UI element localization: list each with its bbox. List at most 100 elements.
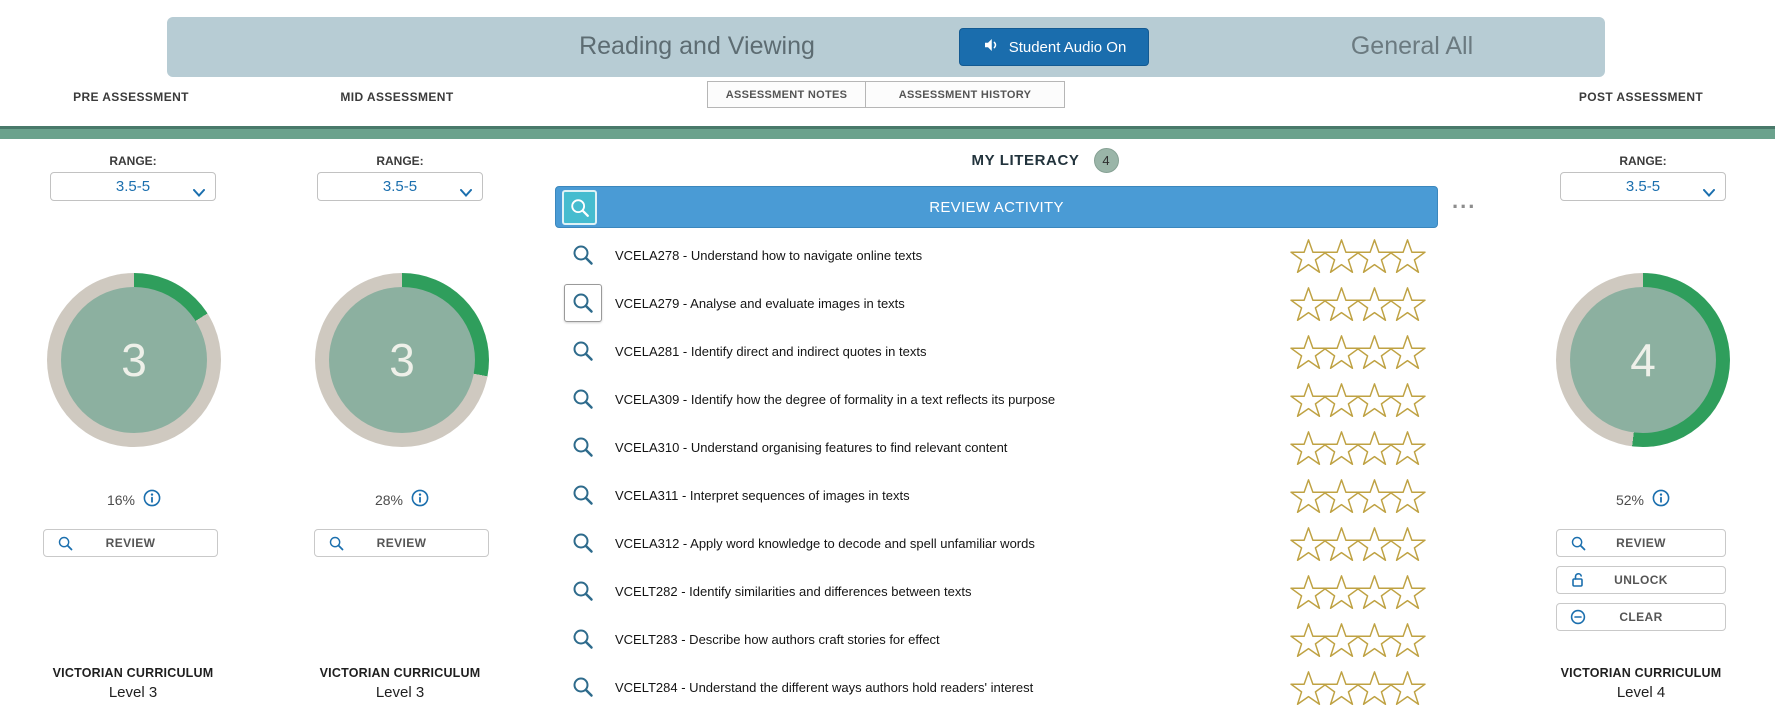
review-activity-banner[interactable]: REVIEW ACTIVITY	[555, 186, 1438, 228]
star-icon[interactable]	[1356, 286, 1393, 321]
post-range-select[interactable]: 3.5-5	[1560, 172, 1726, 201]
star-icon[interactable]	[1323, 238, 1360, 273]
star-icon[interactable]	[1356, 430, 1393, 465]
star-icon[interactable]	[1323, 286, 1360, 321]
student-audio-button[interactable]: Student Audio On	[959, 28, 1149, 66]
star-icon[interactable]	[1389, 238, 1426, 273]
post-unlock-button[interactable]: UNLOCK	[1556, 566, 1726, 594]
assessment-notes-button[interactable]: ASSESSMENT NOTES	[707, 81, 866, 108]
mid-score: 3	[389, 334, 415, 386]
info-icon[interactable]	[143, 489, 161, 510]
star-icon[interactable]	[1389, 430, 1426, 465]
star-icon[interactable]	[1389, 670, 1426, 705]
star-icon[interactable]	[1290, 286, 1327, 321]
search-icon-box[interactable]	[564, 236, 602, 274]
more-options-button[interactable]: ...	[1452, 188, 1476, 214]
mid-percent-row: 28%	[315, 489, 489, 510]
search-icon-box[interactable]	[564, 476, 602, 514]
star-icon[interactable]	[1389, 286, 1426, 321]
star-icon[interactable]	[1389, 382, 1426, 417]
mid-review-button[interactable]: REVIEW	[314, 529, 489, 557]
search-icon	[573, 677, 593, 697]
star-icon[interactable]	[1290, 670, 1327, 705]
star-rating	[1290, 327, 1426, 375]
star-icon[interactable]	[1356, 382, 1393, 417]
star-icon[interactable]	[1356, 574, 1393, 609]
star-icon[interactable]	[1389, 622, 1426, 657]
star-icon[interactable]	[1389, 574, 1426, 609]
star-icon[interactable]	[1290, 526, 1327, 561]
search-icon-box[interactable]	[564, 332, 602, 370]
assessment-history-button[interactable]: ASSESSMENT HISTORY	[865, 81, 1065, 108]
star-icon[interactable]	[1290, 382, 1327, 417]
search-icon-box[interactable]	[564, 380, 602, 418]
star-icon[interactable]	[1290, 574, 1327, 609]
star-icon[interactable]	[1290, 478, 1327, 513]
post-score-gauge: 4	[1556, 273, 1730, 447]
star-icon[interactable]	[1323, 622, 1360, 657]
star-icon[interactable]	[1389, 526, 1426, 561]
star-icon[interactable]	[1323, 430, 1360, 465]
star-icon[interactable]	[1356, 334, 1393, 369]
activity-label: VCELA312 - Apply word knowledge to decod…	[615, 535, 1035, 551]
search-icon-box[interactable]	[564, 668, 602, 706]
info-icon[interactable]	[411, 489, 429, 510]
star-icon[interactable]	[1356, 670, 1393, 705]
star-icon[interactable]	[1290, 430, 1327, 465]
activity-row[interactable]: VCELA279 - Analyse and evaluate images i…	[555, 279, 1535, 327]
student-audio-label: Student Audio On	[1008, 38, 1127, 56]
search-icon-box[interactable]	[564, 620, 602, 658]
search-icon-box[interactable]	[564, 524, 602, 562]
activity-row[interactable]: VCELA311 - Interpret sequences of images…	[555, 471, 1535, 519]
activity-label: VCELA279 - Analyse and evaluate images i…	[615, 295, 905, 311]
activity-row[interactable]: VCELT283 - Describe how authors craft st…	[555, 615, 1535, 663]
mid-range-select[interactable]: 3.5-5	[317, 172, 483, 201]
star-icon[interactable]	[1290, 238, 1327, 273]
mid-curriculum: VICTORIAN CURRICULUM Level 3	[280, 666, 520, 701]
activity-label: VCELT283 - Describe how authors craft st…	[615, 631, 940, 647]
star-icon[interactable]	[1356, 478, 1393, 513]
star-rating	[1290, 519, 1426, 567]
star-rating	[1290, 279, 1426, 327]
star-icon[interactable]	[1356, 526, 1393, 561]
post-curriculum-level: Level 4	[1616, 684, 1666, 701]
activity-row[interactable]: VCELA309 - Identify how the degree of fo…	[555, 375, 1535, 423]
activity-row[interactable]: VCELA281 - Identify direct and indirect …	[555, 327, 1535, 375]
search-icon-box[interactable]	[564, 284, 602, 322]
star-icon[interactable]	[1323, 526, 1360, 561]
info-icon[interactable]	[1652, 489, 1670, 510]
search-icon-box[interactable]	[564, 572, 602, 610]
search-icon-box-active[interactable]	[562, 190, 597, 225]
post-review-button[interactable]: REVIEW	[1556, 529, 1726, 557]
star-icon[interactable]	[1290, 622, 1327, 657]
star-icon[interactable]	[1323, 670, 1360, 705]
star-icon[interactable]	[1356, 238, 1393, 273]
star-icon[interactable]	[1323, 382, 1360, 417]
star-icon[interactable]	[1323, 334, 1360, 369]
mid-curriculum-title: VICTORIAN CURRICULUM	[319, 666, 481, 680]
star-icon[interactable]	[1323, 574, 1360, 609]
post-score: 4	[1630, 334, 1656, 386]
pre-curriculum: VICTORIAN CURRICULUM Level 3	[13, 666, 253, 701]
header-bar: Reading and Viewing Student Audio On Gen…	[167, 17, 1605, 77]
pre-range-select[interactable]: 3.5-5	[50, 172, 216, 201]
post-clear-button[interactable]: CLEAR	[1556, 603, 1726, 631]
star-icon[interactable]	[1356, 622, 1393, 657]
activity-row[interactable]: VCELA310 - Understand organising feature…	[555, 423, 1535, 471]
pre-curriculum-title: VICTORIAN CURRICULUM	[52, 666, 214, 680]
pre-gauge-inner: 3	[61, 287, 207, 433]
activity-row[interactable]: VCELA278 - Understand how to navigate on…	[555, 231, 1535, 279]
star-icon[interactable]	[1290, 334, 1327, 369]
pre-review-button[interactable]: REVIEW	[43, 529, 218, 557]
pre-curriculum-level: Level 3	[108, 684, 158, 701]
post-curriculum-title: VICTORIAN CURRICULUM	[1560, 666, 1722, 680]
activity-row[interactable]: VCELA312 - Apply word knowledge to decod…	[555, 519, 1535, 567]
activity-label: VCELA281 - Identify direct and indirect …	[615, 343, 927, 359]
activity-row[interactable]: VCELT282 - Identify similarities and dif…	[555, 567, 1535, 615]
activity-label: VCELA278 - Understand how to navigate on…	[615, 247, 923, 263]
search-icon-box[interactable]	[564, 428, 602, 466]
activity-row[interactable]: VCELT284 - Understand the different ways…	[555, 663, 1535, 711]
star-icon[interactable]	[1323, 478, 1360, 513]
star-icon[interactable]	[1389, 334, 1426, 369]
star-icon[interactable]	[1389, 478, 1426, 513]
